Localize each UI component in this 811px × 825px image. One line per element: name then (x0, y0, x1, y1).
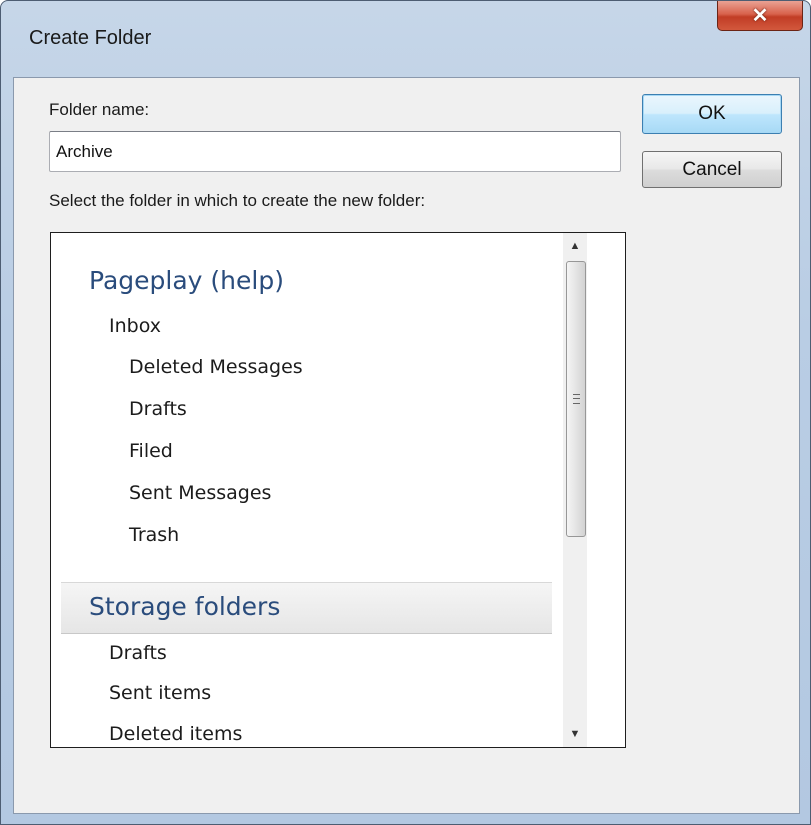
tree-item-sent-items[interactable]: Sent items (109, 682, 211, 704)
scroll-up-icon[interactable]: ▲ (563, 235, 587, 257)
tree-scrollbar[interactable]: ▲ ▼ (563, 233, 587, 747)
scroll-thumb[interactable] (566, 261, 586, 537)
tree-item-inbox[interactable]: Inbox (109, 315, 161, 337)
dialog-title: Create Folder (29, 27, 152, 49)
scroll-down-icon[interactable]: ▼ (563, 723, 587, 745)
close-button[interactable]: ✕ (717, 1, 803, 31)
ok-button[interactable]: OK (642, 94, 782, 134)
grip-icon (572, 394, 580, 404)
dialog-body: Folder name: Select the folder in which … (13, 77, 800, 814)
tree-item-deleted-messages[interactable]: Deleted Messages (129, 356, 303, 378)
tree-group-header-pageplay[interactable]: Pageplay (help) (89, 266, 284, 295)
tree-item-trash[interactable]: Trash (129, 524, 179, 546)
tree-item-storage-drafts[interactable]: Drafts (109, 642, 167, 664)
tree-item-filed[interactable]: Filed (129, 440, 173, 462)
tree-item-drafts[interactable]: Drafts (129, 398, 187, 420)
select-folder-prompt: Select the folder in which to create the… (49, 191, 426, 210)
tree-item-deleted-items[interactable]: Deleted items (109, 723, 242, 745)
cancel-button[interactable]: Cancel (642, 151, 782, 188)
tree-group-header-storage[interactable]: Storage folders (89, 592, 280, 621)
folder-name-input[interactable] (49, 131, 621, 172)
folder-tree[interactable]: Pageplay (help) Inbox Deleted Messages D… (50, 232, 626, 748)
tree-item-sent-messages[interactable]: Sent Messages (129, 482, 271, 504)
create-folder-dialog: Create Folder ✕ Folder name: Select the … (0, 0, 811, 825)
folder-name-label: Folder name: (49, 100, 150, 119)
close-icon: ✕ (751, 4, 769, 27)
